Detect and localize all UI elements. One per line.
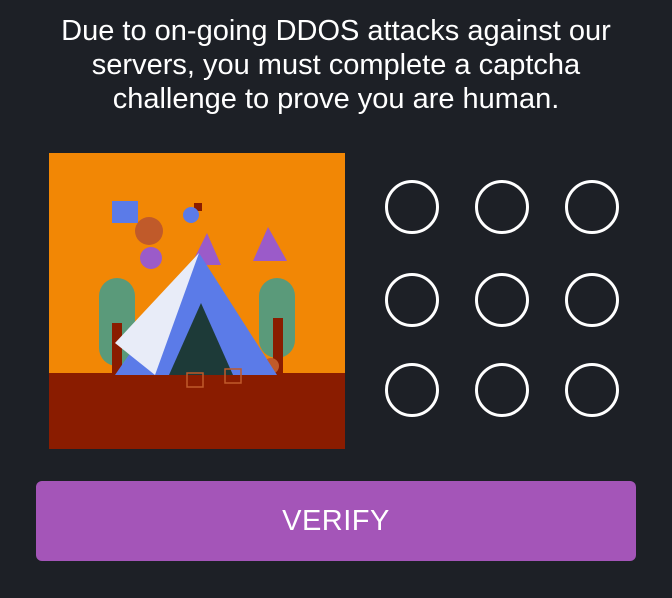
captcha-instruction: Due to on-going DDOS attacks against our… [20, 14, 652, 116]
grid-circle-r2-c2[interactable] [475, 273, 529, 327]
grid-circle-r3-c1[interactable] [385, 363, 439, 417]
grid-circle-r1-c2[interactable] [475, 180, 529, 234]
grid-circle-r2-c3[interactable] [565, 273, 619, 327]
instruction-line-1: Due to on-going DDOS attacks against our [61, 15, 611, 47]
captcha-circle-grid [385, 180, 627, 420]
instruction-line-2: servers, you must complete a captcha [91, 49, 581, 81]
instruction-line-3: challenge to prove you are human. [112, 83, 560, 115]
grid-circle-r3-c3[interactable] [565, 363, 619, 417]
grid-circle-r1-c1[interactable] [385, 180, 439, 234]
captcha-challenge-image [49, 153, 345, 449]
grid-circle-r3-c2[interactable] [475, 363, 529, 417]
verify-button[interactable]: VERIFY [36, 481, 636, 561]
grid-circle-r2-c1[interactable] [385, 273, 439, 327]
captcha-panel: Due to on-going DDOS attacks against our… [0, 0, 672, 598]
grid-circle-r1-c3[interactable] [565, 180, 619, 234]
